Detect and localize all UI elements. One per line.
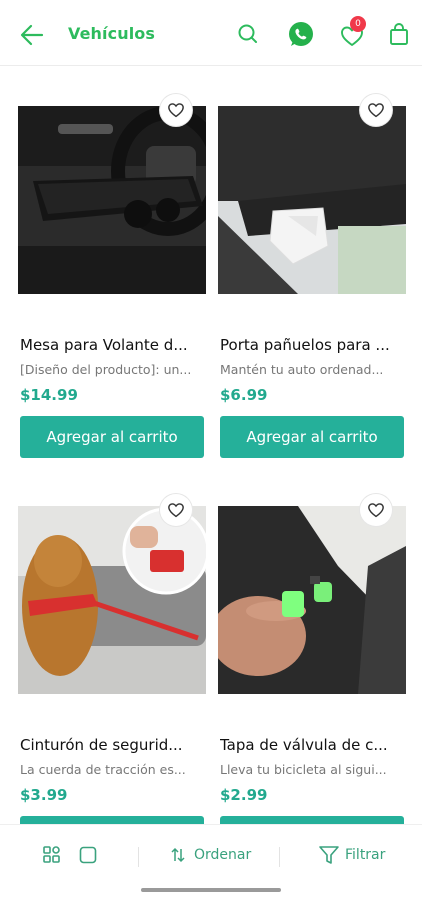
shopping-bag-icon[interactable] — [385, 20, 413, 48]
add-to-cart-button[interactable] — [220, 816, 404, 824]
heart-outline-icon — [368, 503, 384, 518]
product-price: $14.99 — [20, 386, 78, 404]
favorite-button[interactable] — [360, 94, 392, 126]
search-icon[interactable] — [234, 20, 262, 48]
product-description: La cuerda de tracción es... — [20, 762, 186, 777]
product-image-tissue-holder[interactable] — [218, 106, 406, 294]
product-card[interactable]: Mesa para Volante d... [Diseño del produ… — [18, 94, 206, 460]
top-app-bar: Vehículos 0 — [0, 0, 422, 66]
favorite-button[interactable] — [360, 494, 392, 526]
add-to-cart-button[interactable]: Agregar al carrito — [220, 416, 404, 458]
product-description: Lleva tu bicicleta al sigui... — [220, 762, 387, 777]
product-card[interactable]: Cinturón de segurid... La cuerda de trac… — [18, 494, 206, 824]
filter-button[interactable]: Filtrar — [317, 843, 385, 867]
product-image-steering-tray[interactable] — [18, 106, 206, 294]
favorite-button[interactable] — [160, 94, 192, 126]
single-view-icon[interactable] — [78, 845, 98, 865]
sort-button[interactable]: Ordenar — [168, 845, 251, 865]
product-image-valve-cap[interactable] — [218, 506, 406, 694]
toolbar-divider — [279, 847, 280, 867]
cart-count-badge: 0 — [350, 16, 366, 32]
favorite-button[interactable] — [160, 494, 192, 526]
sort-label: Ordenar — [194, 847, 252, 863]
filter-funnel-icon — [319, 846, 339, 864]
product-price: $2.99 — [220, 786, 268, 804]
toolbar-divider — [138, 847, 139, 867]
add-to-cart-button[interactable] — [20, 816, 204, 824]
filter-label: Filtrar — [345, 847, 386, 863]
whatsapp-icon[interactable] — [286, 19, 316, 49]
back-arrow-icon[interactable] — [14, 17, 50, 53]
product-card[interactable]: Porta pañuelos para ... Mantén tu auto o… — [218, 94, 406, 460]
product-name[interactable]: Mesa para Volante d... — [20, 336, 206, 354]
product-card[interactable]: Tapa de válvula de c... Lleva tu bicicle… — [218, 494, 406, 824]
heart-outline-icon — [168, 103, 184, 118]
add-to-cart-button[interactable]: Agregar al carrito — [20, 416, 204, 458]
page-title: Vehículos — [68, 24, 156, 43]
heart-outline-icon — [368, 103, 384, 118]
product-description: [Diseño del producto]: un... — [20, 362, 192, 377]
home-indicator — [141, 888, 281, 892]
product-name[interactable]: Tapa de válvula de c... — [220, 736, 406, 754]
heart-outline-icon — [168, 503, 184, 518]
product-image-pet-seatbelt[interactable] — [18, 506, 206, 694]
product-price: $6.99 — [220, 386, 268, 404]
grid-view-icon[interactable] — [42, 845, 62, 865]
product-name[interactable]: Porta pañuelos para ... — [220, 336, 406, 354]
sort-arrows-icon — [171, 847, 185, 863]
product-name[interactable]: Cinturón de segurid... — [20, 736, 206, 754]
product-description: Mantén tu auto ordenad... — [220, 362, 384, 377]
product-price: $3.99 — [20, 786, 68, 804]
